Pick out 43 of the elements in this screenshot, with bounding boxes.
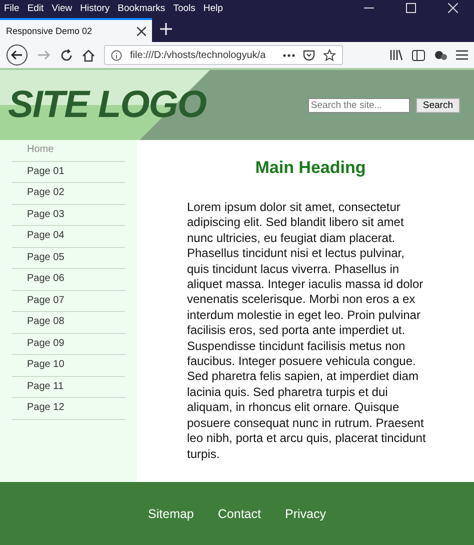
sidebar-link[interactable]: Page 09	[12, 334, 125, 355]
star-icon[interactable]	[323, 48, 336, 62]
menu-item[interactable]: Bookmarks	[118, 2, 166, 14]
sidebar-link[interactable]: Page 10	[12, 355, 125, 376]
menu-item[interactable]: Edit	[27, 2, 44, 14]
sidebar-link[interactable]: Page 01	[12, 162, 125, 183]
library-icon[interactable]	[390, 49, 403, 61]
sidebar-icon[interactable]	[412, 50, 425, 60]
menu-item[interactable]: File	[4, 2, 20, 14]
search-field[interactable]: Search the site...	[308, 98, 410, 112]
site-logo: SITE LOGO	[8, 84, 206, 126]
menu-icon[interactable]	[456, 50, 468, 60]
sidebar-link[interactable]: Page 04	[12, 226, 125, 248]
more-icon[interactable]	[283, 54, 295, 56]
maximize-icon[interactable]	[406, 3, 416, 13]
menu-item[interactable]: Help	[203, 2, 223, 14]
menu-item[interactable]: Tools	[173, 2, 196, 14]
footer-link[interactable]: Sitemap	[148, 506, 194, 520]
new-tab-icon[interactable]	[160, 23, 172, 35]
sidebar-link[interactable]: Page 11	[12, 376, 125, 398]
address-bar[interactable]: file:///D:/vhosts/technologyuk/a	[104, 45, 343, 65]
sidebar-link[interactable]: Page 12	[12, 398, 125, 420]
sidebar-link[interactable]: Page 03	[12, 204, 125, 226]
reload-icon[interactable]	[60, 48, 73, 62]
browser-tab[interactable]: Responsive Demo 02	[0, 18, 152, 42]
sidebar-link[interactable]: Page 06	[12, 269, 125, 290]
extension-icon[interactable]	[434, 50, 447, 60]
info-icon[interactable]	[111, 50, 122, 60]
close-icon[interactable]	[137, 26, 146, 36]
sidebar-link[interactable]: Page 05	[12, 248, 125, 269]
main-heading: Main Heading	[254, 158, 367, 178]
footer-link[interactable]: Contact	[218, 506, 261, 520]
body-paragraph: Lorem ipsum dolor sit amet, consectetur adipiscing elit. Sed blandit libero sit amet nunc ultricies, eu feugiat diam placerat. Phasellus tincidunt nisi et lectus pulvinar, quis tincidunt lacus viverra. Phasellus in aliquet massa. Integer iaculis massa id dolor venenatis scelerisque. Morbi non eros a ex interdum molestie in eget leo. Proin pulvinar facilisis eros, sed porta ante imperdiet ut. Suspendisse tincidunt facilisis metus non faucibus. Integer posuere vehicula congue. Sed pharetra felis sapien, at imperdiet diam lacinia quis. Sed pharetra turpis et dui aliquam, in rhoncus elit ornare. Quisque posuere consequat nunc in rutrum. Praesent leo nibh, porta et arcu quis, placerat tincidunt turpis.	[187, 200, 427, 462]
back-icon[interactable]	[6, 44, 28, 66]
footer-link[interactable]: Privacy	[284, 506, 326, 520]
pocket-icon[interactable]	[303, 49, 315, 61]
search-button[interactable]: Search	[416, 98, 460, 112]
home-icon[interactable]	[82, 48, 95, 62]
sidebar-link[interactable]: Page 02	[12, 183, 125, 204]
sidebar-link[interactable]: Page 08	[12, 312, 125, 334]
sidebar-link[interactable]: Page 07	[12, 290, 125, 312]
menu-item[interactable]: History	[80, 2, 110, 14]
menu-item[interactable]: View	[52, 2, 72, 14]
